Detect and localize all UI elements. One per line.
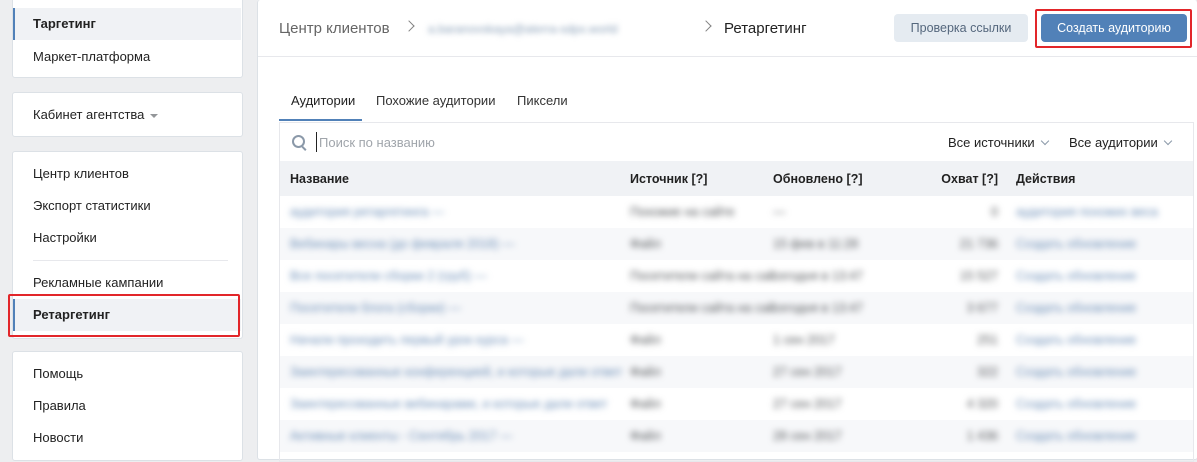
- breadcrumb-current: Ретаргетинг: [724, 20, 807, 37]
- chevron-right-icon: [700, 20, 712, 32]
- search-row: Все источники Все аудитории: [280, 123, 1193, 161]
- audience-updated: 27 сен 2017: [773, 397, 842, 411]
- audience-source: Файл: [630, 365, 661, 379]
- audience-updated: 15 фев в 11:28: [773, 237, 859, 251]
- sidebar-item-rules[interactable]: Правила: [33, 398, 86, 413]
- audience-action-link[interactable]: Создать обновление: [1016, 429, 1136, 443]
- audience-updated: 1 сен 2017: [773, 333, 835, 347]
- retargeting-highlight-box: [8, 294, 240, 337]
- audience-action-link[interactable]: Создать обновление: [1016, 333, 1136, 347]
- sidebar-card-main: Таргетинг Маркет-платформа: [12, 0, 243, 78]
- audience-name-link[interactable]: Начали проходить первый урок курса —: [290, 333, 524, 347]
- sidebar-item-export-stats[interactable]: Экспорт статистики: [33, 198, 151, 213]
- column-actions[interactable]: Действия: [1016, 172, 1075, 186]
- audience-updated: сегодня в 13:47: [773, 269, 863, 283]
- filter-sources-dropdown[interactable]: Все источники: [948, 135, 1049, 150]
- chevron-down-icon: [150, 113, 159, 118]
- sidebar-item-ad-campaigns[interactable]: Рекламные кампании: [33, 275, 163, 290]
- audience-updated: —: [773, 205, 786, 219]
- audience-source: Файл: [630, 429, 661, 443]
- audience-source: Посетители сайта на сай: [630, 269, 776, 283]
- audience-source: Файл: [630, 397, 661, 411]
- sidebar-item-market-platform[interactable]: Маркет-платформа: [33, 49, 150, 64]
- sidebar-card-agency: Кабинет агентства: [12, 92, 243, 137]
- check-link-button[interactable]: Проверка ссылки: [894, 14, 1028, 42]
- audience-source: Файл: [630, 237, 661, 251]
- breadcrumb-account[interactable]: a.baranovskaya@aterra-sdpx.world: [428, 22, 618, 36]
- audience-reach: 3 677: [966, 301, 998, 315]
- sidebar-item-help[interactable]: Помощь: [33, 366, 83, 381]
- tab-pixels[interactable]: Пиксели: [517, 93, 568, 108]
- table-row: Заинтересованные конференцией, и которые…: [280, 356, 1193, 388]
- audience-updated: 27 сен 2017: [773, 365, 842, 379]
- audience-name-link[interactable]: Вебинары весна (до февраля 2018) —: [290, 237, 515, 251]
- column-source[interactable]: Источник [?]: [630, 172, 707, 186]
- audience-action-link[interactable]: Создать обновление: [1016, 397, 1136, 411]
- sidebar-item-client-center[interactable]: Центр клиентов: [33, 166, 129, 181]
- audience-action-link[interactable]: Создать обновление: [1016, 237, 1136, 251]
- audience-reach: 322: [977, 365, 998, 379]
- audience-reach: 1 436: [966, 429, 998, 443]
- agency-cabinet-dropdown[interactable]: Кабинет агентства: [33, 107, 159, 122]
- table-row: Активные клиенты - Сентябрь 2017 — Файл 28…: [280, 420, 1193, 452]
- audience-reach: 21 736: [959, 237, 998, 251]
- table-row: Вебинары весна (до февраля 2018) — Файл 15…: [280, 228, 1193, 260]
- audience-action-link[interactable]: Создать обновление: [1016, 365, 1136, 379]
- audience-source: Похожие на сайте: [630, 205, 735, 219]
- sidebar-divider: [33, 260, 228, 261]
- main-panel: Центр клиентов a.baranovskaya@aterra-sdp…: [257, 0, 1197, 462]
- audience-reach: 4 320: [966, 397, 998, 411]
- audience-action-link[interactable]: аудитория похожих веса: [1016, 205, 1158, 219]
- breadcrumb-client-center[interactable]: Центр клиентов: [279, 20, 390, 37]
- filter-audiences-label: Все аудитории: [1069, 135, 1158, 150]
- filter-audiences-dropdown[interactable]: Все аудитории: [1069, 135, 1173, 150]
- audience-name-link[interactable]: Посетители блога (сборки) —: [290, 301, 461, 315]
- chevron-down-icon: [1040, 136, 1049, 146]
- create-audience-highlight-box: [1035, 9, 1192, 48]
- audience-name-link[interactable]: Заинтересованные вебинарами, и которые д…: [290, 397, 607, 411]
- column-reach[interactable]: Охват [?]: [941, 172, 998, 186]
- sidebar-item-news[interactable]: Новости: [33, 430, 83, 445]
- audience-action-link[interactable]: Создать обновление: [1016, 269, 1136, 283]
- audience-updated: 28 сен 2017: [773, 429, 842, 443]
- audiences-table-panel: Все источники Все аудитории Название Ист…: [279, 122, 1194, 462]
- table-row: Все посетители сборки 2 (груб) — Посетите…: [280, 260, 1193, 292]
- table-row: аудитория ретаргетинга — Похожие на сайте…: [280, 196, 1193, 228]
- table-row: Начали проходить первый урок курса — Файл…: [280, 324, 1193, 356]
- search-input[interactable]: [316, 132, 719, 152]
- filter-sources-label: Все источники: [948, 135, 1035, 150]
- audience-source: Посетители сайта на сай: [630, 301, 776, 315]
- sidebar-card-help: Помощь Правила Новости: [12, 351, 243, 461]
- active-tab-underline: [279, 119, 362, 121]
- search-icon: [292, 135, 305, 148]
- tab-audiences[interactable]: Аудитории: [291, 93, 355, 108]
- audience-reach: 15 527: [959, 269, 998, 283]
- audience-action-link[interactable]: Создать обновление: [1016, 301, 1136, 315]
- audience-name-link[interactable]: Все посетители сборки 2 (груб) —: [290, 269, 487, 283]
- chevron-right-icon: [403, 20, 415, 32]
- audience-name-link[interactable]: Заинтересованные конференцией, и которые…: [290, 365, 622, 379]
- chevron-down-icon: [1163, 136, 1173, 146]
- column-name[interactable]: Название: [290, 172, 349, 186]
- agency-cabinet-label: Кабинет агентства: [33, 107, 145, 122]
- sidebar-item-settings[interactable]: Настройки: [33, 230, 97, 245]
- audience-reach: 0: [991, 205, 998, 219]
- sidebar-item-targeting[interactable]: Таргетинг: [13, 8, 241, 40]
- audience-reach: 251: [977, 333, 998, 347]
- tab-lookalike-audiences[interactable]: Похожие аудитории: [376, 93, 495, 108]
- audience-updated: сегодня в 13:47: [773, 301, 863, 315]
- table-row: Заинтересованные вебинарами, и которые д…: [280, 388, 1193, 420]
- audience-name-link[interactable]: Активные клиенты - Сентябрь 2017 —: [290, 429, 512, 443]
- table-row: Посетители блога (сборки) — Посетители са…: [280, 292, 1193, 324]
- table-header: Название Источник [?] Обновлено [?] Охва…: [280, 161, 1193, 196]
- audience-source: Файл: [630, 333, 661, 347]
- column-updated[interactable]: Обновлено [?]: [773, 172, 863, 186]
- audience-name-link[interactable]: аудитория ретаргетинга —: [290, 205, 444, 219]
